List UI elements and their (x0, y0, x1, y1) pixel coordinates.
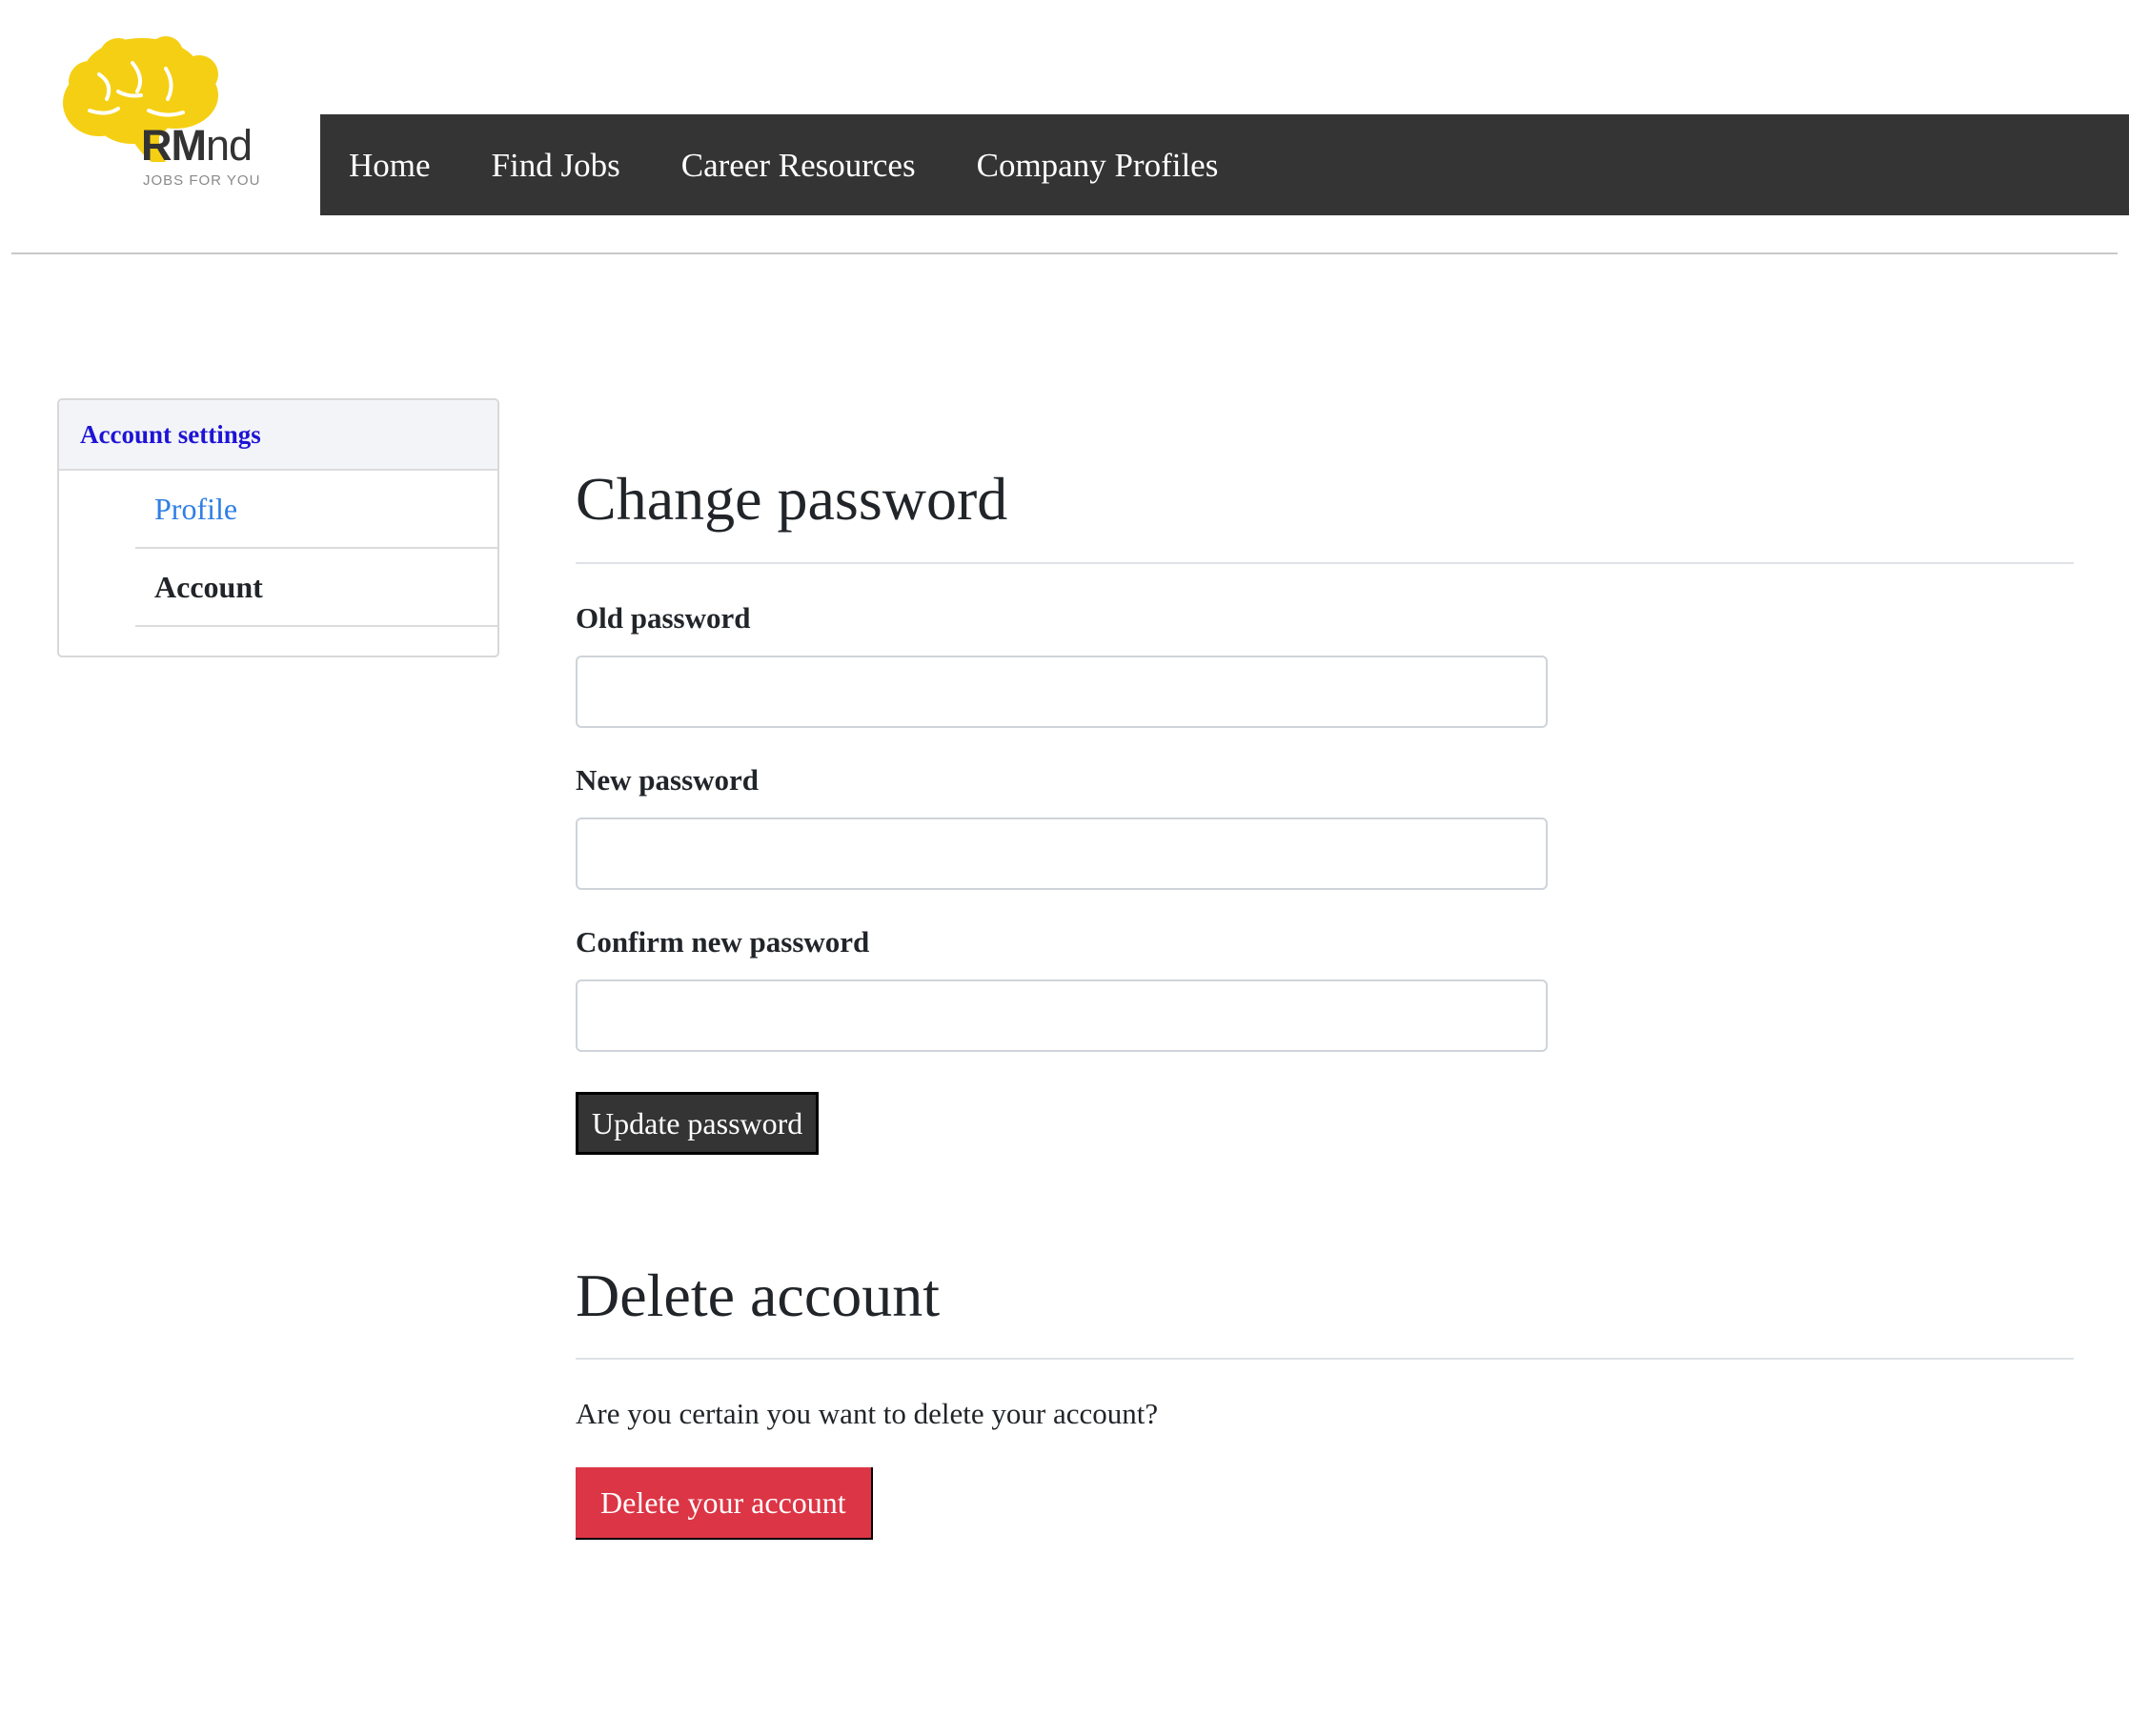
delete-account-divider (576, 1358, 2074, 1360)
old-password-label: Old password (576, 601, 751, 635)
old-password-input[interactable] (576, 656, 1548, 728)
sidebar-item-profile[interactable]: Profile (135, 471, 497, 549)
brand-tagline: JOBS FOR YOU (143, 172, 261, 189)
confirm-password-label: Confirm new password (576, 925, 870, 959)
delete-confirm-text: Are you certain you want to delete your … (576, 1397, 1159, 1430)
delete-account-button[interactable]: Delete your account (576, 1467, 873, 1540)
nav-company-profiles[interactable]: Company Profiles (977, 149, 1219, 182)
change-password-title: Change password (576, 465, 1008, 533)
change-password-divider (576, 562, 2074, 564)
top-navbar: Home Find Jobs Career Resources Company … (320, 114, 2129, 215)
nav-find-jobs[interactable]: Find Jobs (492, 149, 620, 182)
nav-home[interactable]: Home (349, 149, 431, 182)
sidebar-heading-label: Account settings (80, 419, 261, 449)
confirm-password-input[interactable] (576, 979, 1548, 1052)
sidebar-item-account[interactable]: Account (135, 549, 497, 627)
brand-logo[interactable]: RMnd JOBS FOR YOU (61, 36, 271, 193)
brand-name: RMnd (141, 121, 253, 170)
header-divider (11, 252, 2118, 254)
update-password-button[interactable]: Update password (576, 1092, 820, 1155)
new-password-label: New password (576, 763, 760, 797)
settings-sidebar: Account settings Profile Account (57, 398, 499, 657)
nav-career-resources[interactable]: Career Resources (681, 149, 916, 182)
delete-account-title: Delete account (576, 1262, 940, 1329)
new-password-input[interactable] (576, 818, 1548, 890)
sidebar-heading: Account settings (59, 400, 497, 471)
